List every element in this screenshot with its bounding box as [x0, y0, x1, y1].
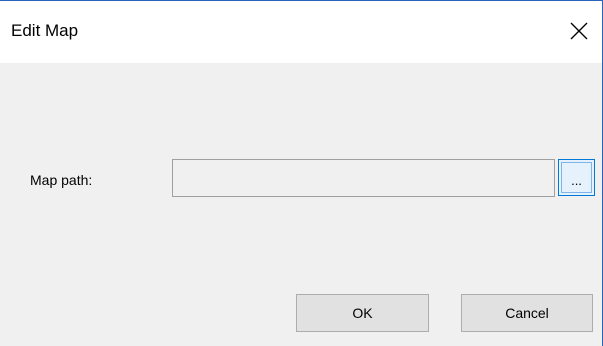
title-bar[interactable]: Edit Map — [0, 1, 602, 63]
close-icon[interactable] — [568, 20, 590, 42]
browse-button[interactable]: ... — [558, 159, 595, 196]
edit-map-dialog: Edit Map Map path: ... OK Cancel — [0, 0, 603, 346]
map-path-label: Map path: — [30, 172, 93, 188]
map-path-input[interactable] — [172, 159, 555, 197]
dialog-body: Map path: ... OK Cancel — [0, 63, 602, 346]
browse-button-label: ... — [571, 173, 582, 188]
dialog-title: Edit Map — [11, 21, 79, 40]
cancel-button[interactable]: Cancel — [461, 294, 593, 332]
ok-button[interactable]: OK — [296, 294, 429, 332]
